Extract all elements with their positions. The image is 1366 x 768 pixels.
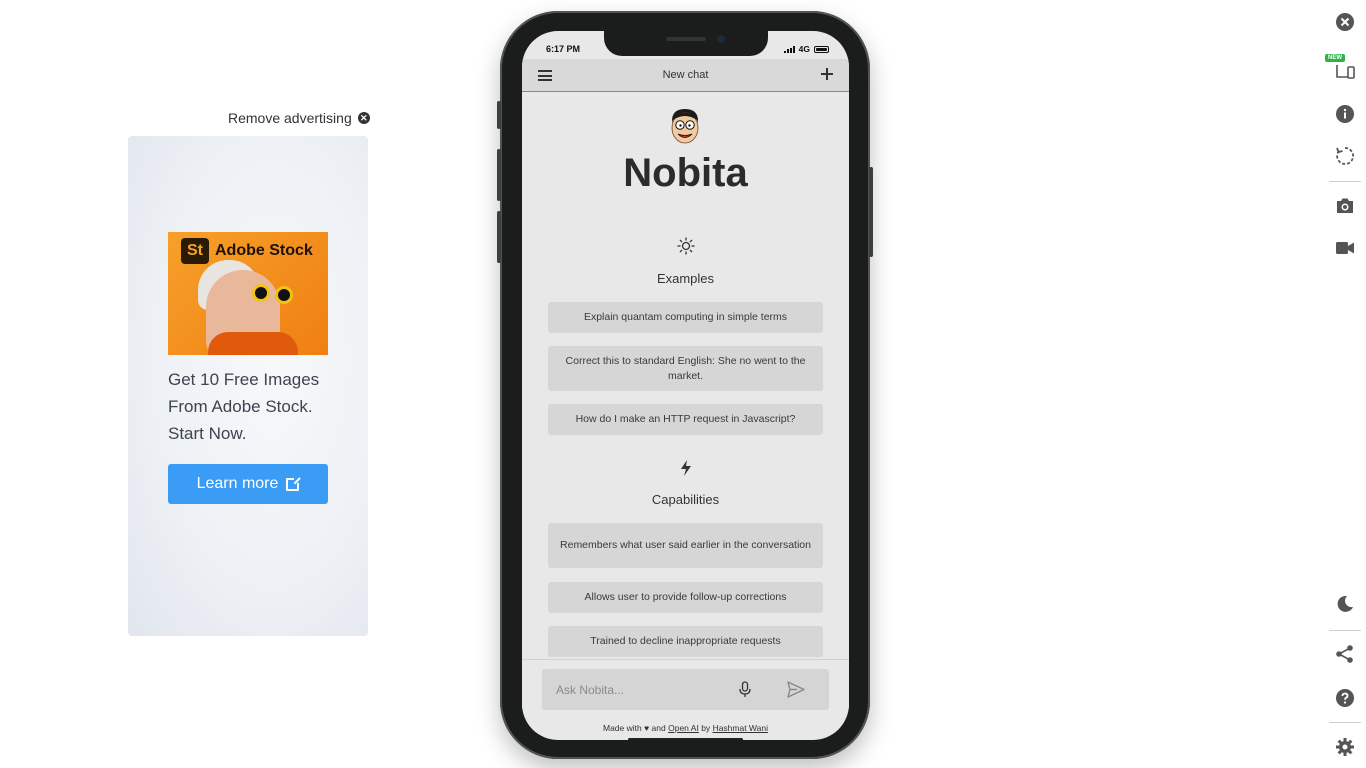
lightning-icon [522,459,849,482]
mute-switch [497,101,501,129]
devices-icon[interactable] [1334,60,1356,82]
help-icon[interactable] [1334,687,1356,709]
heart-icon: ♥ [644,723,650,733]
adobe-stock-logo: St Adobe Stock [181,238,313,264]
home-indicator [628,738,743,740]
new-chat-plus-icon[interactable] [821,68,833,80]
capability-card[interactable]: Remembers what user said earlier in the … [548,523,823,568]
learn-more-button[interactable]: Learn more [168,464,328,504]
power-button [869,167,873,257]
adobe-stock-brand: Adobe Stock [215,242,313,259]
moon-icon[interactable] [1334,593,1356,615]
ad-image[interactable]: St Adobe Stock [168,232,328,355]
sun-icon [522,237,849,260]
status-indicators: 4G [783,44,829,54]
example-card[interactable]: Correct this to standard English: She no… [548,346,823,391]
phone-screen: 6:17 PM 4G New chat Nobita Examples Expl… [522,31,849,740]
camera-icon[interactable] [1334,194,1356,216]
close-circle-icon: ✕ [357,112,370,124]
network-label: 4G [798,44,810,54]
adobe-stock-badge: St [181,238,209,264]
video-icon[interactable] [1334,237,1356,259]
settings-icon[interactable] [1334,736,1356,758]
example-card[interactable]: Explain quantam computing in simple term… [548,302,823,333]
ad-copy: Get 10 Free Images From Adobe Stock. Sta… [168,370,320,443]
send-icon[interactable] [787,681,805,698]
chat-input-box [542,669,829,710]
example-card[interactable]: How do I make an HTTP request in Javascr… [548,404,823,435]
learn-more-label: Learn more [196,475,279,492]
external-link-icon [286,475,302,491]
signal-icon [783,45,795,53]
right-toolbar [1326,0,1366,768]
info-icon[interactable] [1334,103,1356,125]
openai-link[interactable]: Open AI [668,723,699,733]
menu-icon[interactable] [538,70,552,81]
share-icon[interactable] [1334,643,1356,665]
remove-advertising-link[interactable]: Remove advertising ✕ [228,110,370,126]
nobita-avatar [671,109,699,144]
rotate-icon[interactable] [1334,145,1356,167]
chat-header: New chat [522,59,849,92]
app-title: Nobita [623,151,748,195]
chat-input[interactable] [556,669,726,710]
examples-title: Examples [656,271,715,286]
close-icon[interactable] [1334,11,1356,33]
phone-frame: 6:17 PM 4G New chat Nobita Examples Expl… [497,11,873,759]
ad-panel[interactable]: St Adobe Stock Get 10 Free Images From A… [128,136,368,636]
chat-header-title: New chat [662,69,709,81]
notch [604,31,768,56]
capability-card[interactable]: Allows user to provide follow-up correct… [548,582,823,613]
remove-advertising-label: Remove advertising [228,110,352,126]
new-badge: NEW [1325,54,1345,62]
microphone-icon[interactable] [739,681,751,698]
volume-up-button [497,149,501,201]
author-link[interactable]: Hashmat Wani [713,723,768,733]
capabilities-title: Capabilities [651,492,720,507]
footer: Made with ♥ and Open AI by Hashmat Wani [603,723,768,733]
status-time: 6:17 PM [546,44,581,54]
battery-icon [814,45,829,53]
capability-card[interactable]: Trained to decline inappropriate request… [548,626,823,657]
volume-down-button [497,211,501,263]
